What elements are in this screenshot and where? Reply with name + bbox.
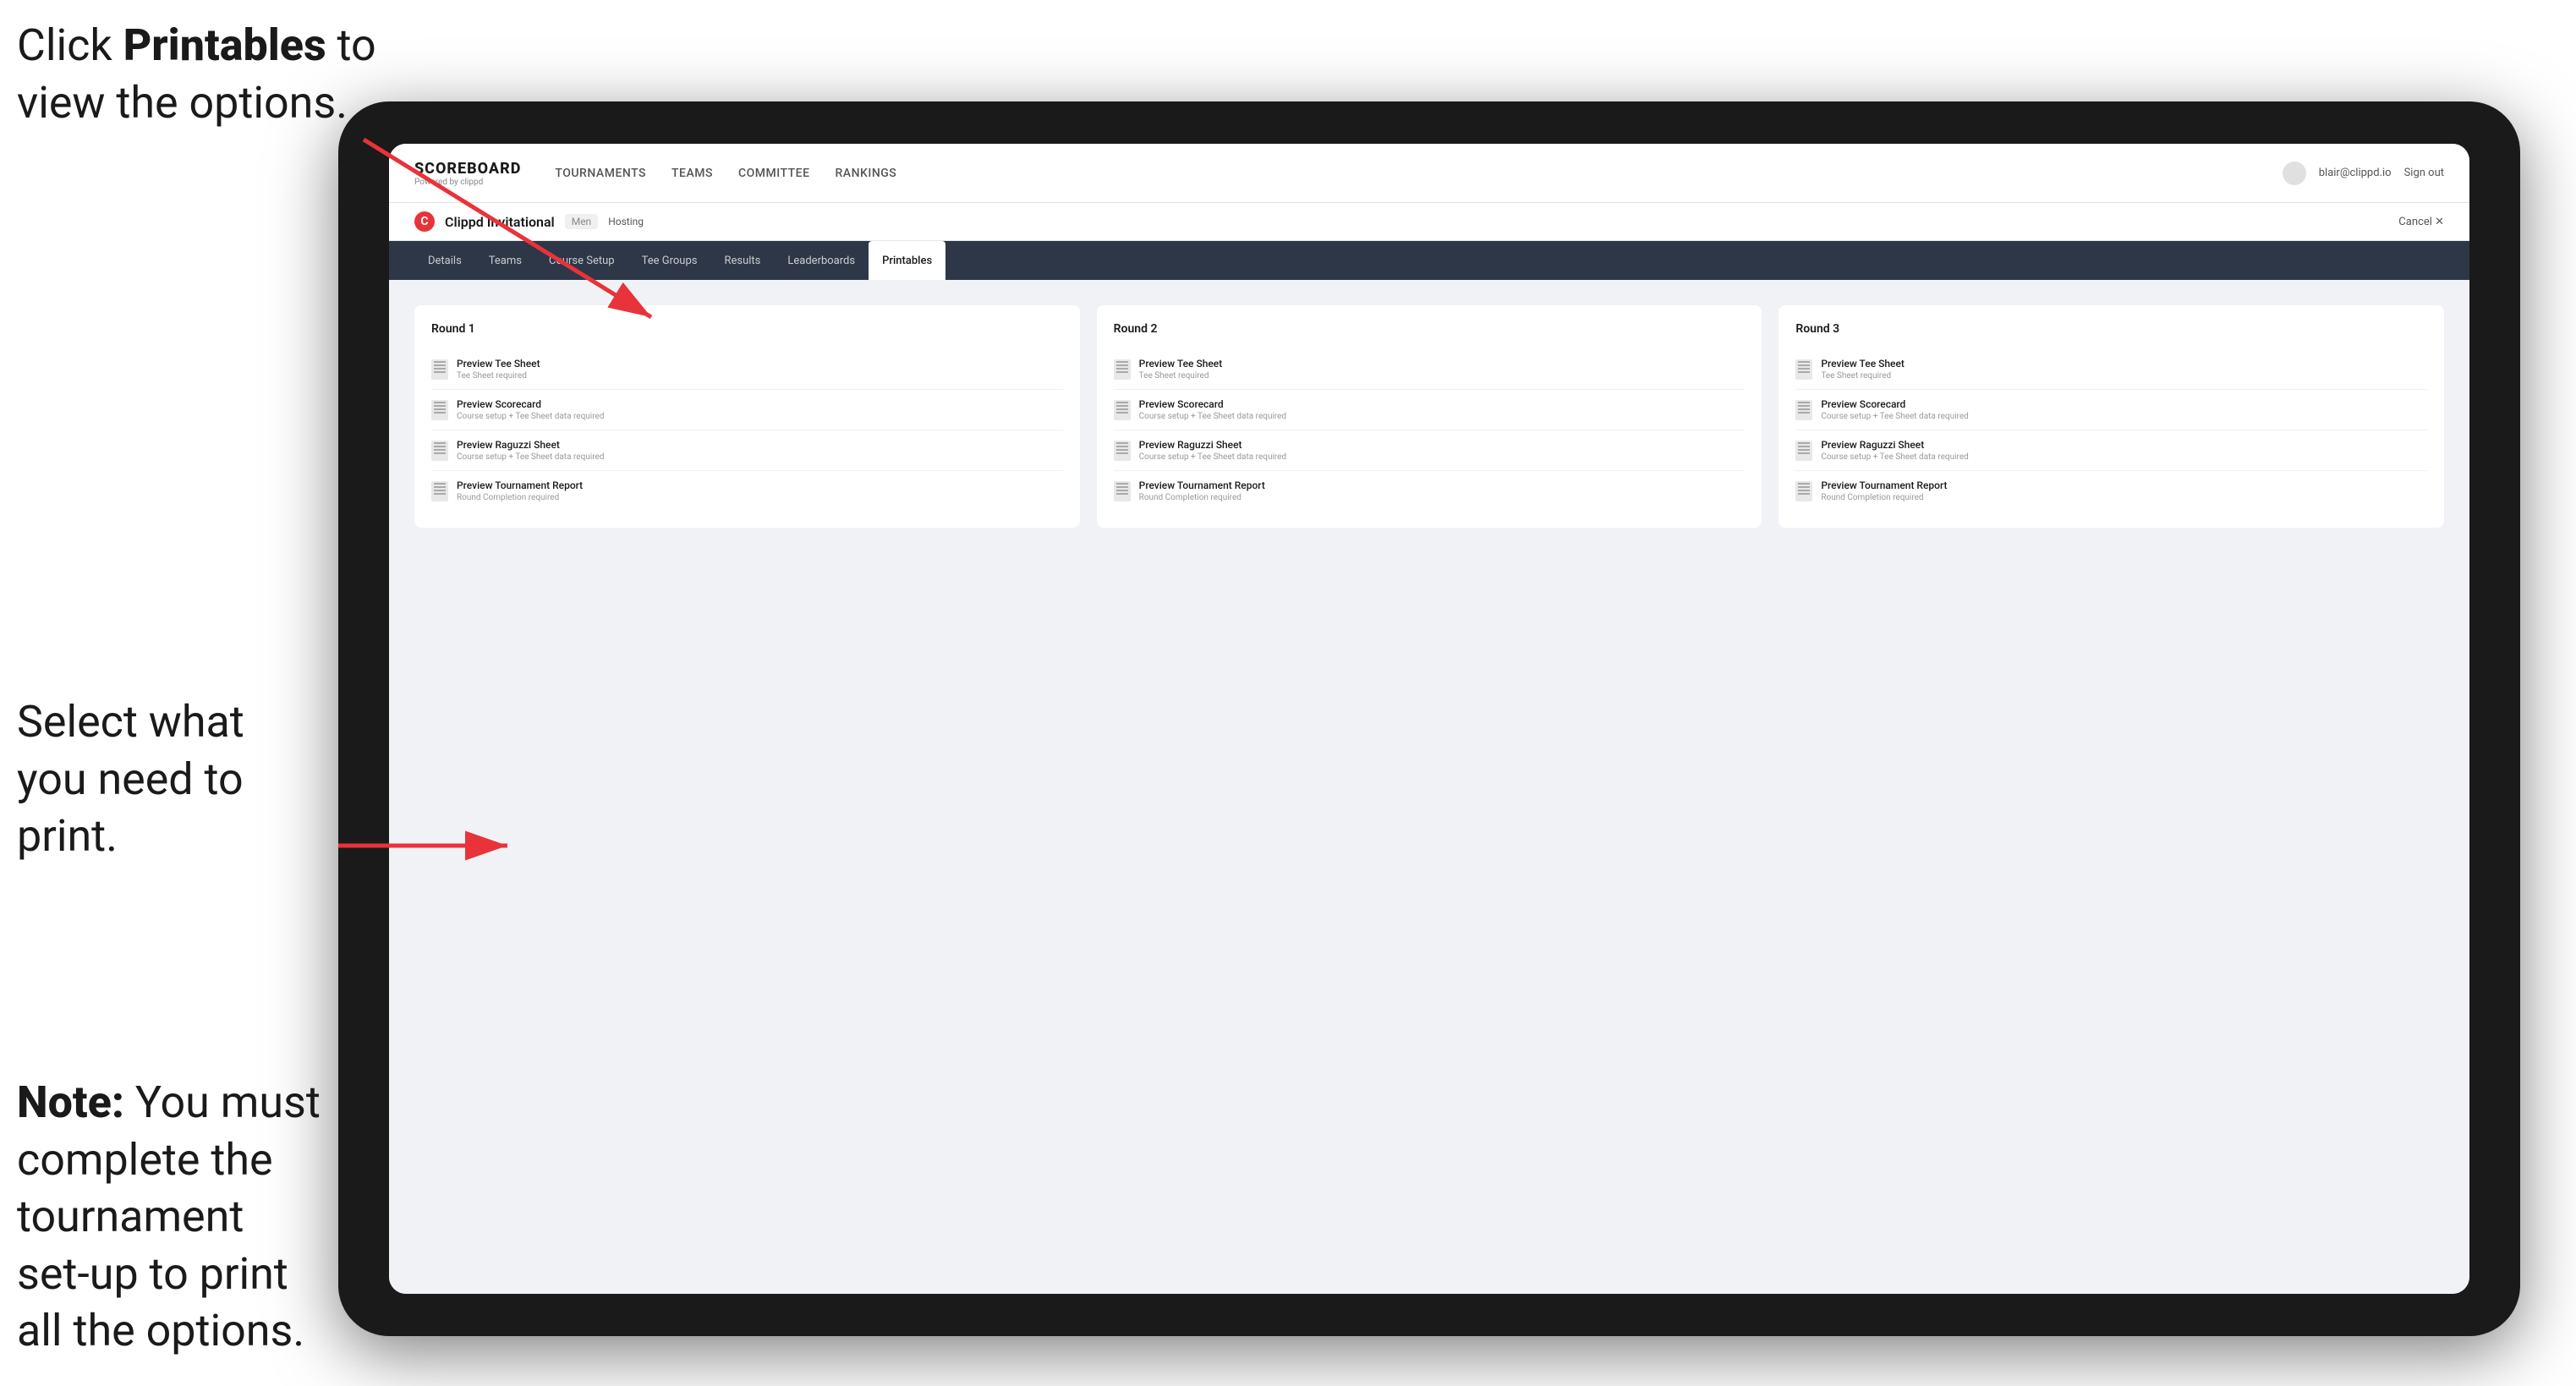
round-2-section: Round 2 Preview Tee Sheet Tee Sheet requ… bbox=[1097, 305, 1762, 528]
round-3-scorecard[interactable]: Preview Scorecard Course setup + Tee She… bbox=[1795, 390, 2427, 430]
main-content: Round 1 Preview Tee Sheet Tee Sheet requ… bbox=[389, 280, 2469, 1294]
r3-tournament-report-label: Preview Tournament Report bbox=[1821, 479, 1947, 491]
round-3-raguzzi[interactable]: Preview Raguzzi Sheet Course setup + Tee… bbox=[1795, 430, 2427, 471]
r3-scorecard-label: Preview Scorecard bbox=[1821, 398, 1968, 410]
rounds-grid: Round 1 Preview Tee Sheet Tee Sheet requ… bbox=[414, 305, 2444, 528]
r3-tournament-report-icon bbox=[1795, 481, 1812, 501]
round-3-section: Round 3 Preview Tee Sheet Tee Sheet requ… bbox=[1779, 305, 2444, 528]
r3-raguzzi-icon bbox=[1795, 441, 1812, 461]
round-1-raguzzi[interactable]: Preview Raguzzi Sheet Course setup + Tee… bbox=[431, 430, 1063, 471]
r2-scorecard-sublabel: Course setup + Tee Sheet data required bbox=[1139, 412, 1286, 421]
raguzzi-label: Preview Raguzzi Sheet bbox=[457, 439, 604, 451]
tournament-report-label: Preview Tournament Report bbox=[457, 479, 583, 491]
annotation-top: Click Printables toview the options. bbox=[17, 17, 376, 131]
r3-tee-sheet-label: Preview Tee Sheet bbox=[1821, 358, 1905, 370]
round-1-scorecard[interactable]: Preview Scorecard Course setup + Tee She… bbox=[431, 390, 1063, 430]
round-3-tee-sheet[interactable]: Preview Tee Sheet Tee Sheet required bbox=[1795, 349, 2427, 390]
top-nav-right: blair@clippd.io Sign out bbox=[2283, 162, 2444, 185]
tournament-report-sublabel: Round Completion required bbox=[457, 493, 583, 502]
tournament-report-icon bbox=[431, 481, 448, 501]
r2-raguzzi-label: Preview Raguzzi Sheet bbox=[1139, 439, 1286, 451]
tab-leaderboards[interactable]: Leaderboards bbox=[774, 241, 869, 280]
round-3-tournament-report[interactable]: Preview Tournament Report Round Completi… bbox=[1795, 471, 2427, 511]
raguzzi-sublabel: Course setup + Tee Sheet data required bbox=[457, 452, 604, 462]
r2-tournament-report-label: Preview Tournament Report bbox=[1139, 479, 1265, 491]
tab-results[interactable]: Results bbox=[710, 241, 774, 280]
round-2-scorecard[interactable]: Preview Scorecard Course setup + Tee She… bbox=[1114, 390, 1746, 430]
arrow-middle-annotation bbox=[296, 803, 550, 888]
scorecard-label: Preview Scorecard bbox=[457, 398, 604, 410]
r2-tournament-report-icon bbox=[1114, 481, 1131, 501]
r2-raguzzi-icon bbox=[1114, 441, 1131, 461]
round-3-title: Round 3 bbox=[1795, 322, 2427, 336]
round-2-tournament-report[interactable]: Preview Tournament Report Round Completi… bbox=[1114, 471, 1746, 511]
nav-rankings[interactable]: RANKINGS bbox=[835, 162, 896, 184]
r3-raguzzi-sublabel: Course setup + Tee Sheet data required bbox=[1821, 452, 1968, 462]
round-2-title: Round 2 bbox=[1114, 322, 1746, 336]
scorecard-sublabel: Course setup + Tee Sheet data required bbox=[457, 412, 604, 421]
user-avatar bbox=[2283, 162, 2306, 185]
top-nav-items: TOURNAMENTS TEAMS COMMITTEE RANKINGS bbox=[555, 162, 2282, 184]
user-email: blair@clippd.io bbox=[2319, 167, 2392, 179]
tee-sheet-label: Preview Tee Sheet bbox=[457, 358, 540, 370]
round-2-tee-sheet[interactable]: Preview Tee Sheet Tee Sheet required bbox=[1114, 349, 1746, 390]
annotation-middle: Select what you need to print. bbox=[17, 693, 321, 865]
r2-scorecard-icon bbox=[1114, 400, 1131, 420]
r2-tee-sheet-label: Preview Tee Sheet bbox=[1139, 358, 1223, 370]
nav-committee[interactable]: COMMITTEE bbox=[738, 162, 810, 184]
r3-scorecard-sublabel: Course setup + Tee Sheet data required bbox=[1821, 412, 1968, 421]
sign-out-link[interactable]: Sign out bbox=[2404, 167, 2444, 179]
round-1-tee-sheet[interactable]: Preview Tee Sheet Tee Sheet required bbox=[431, 349, 1063, 390]
r3-tee-sheet-icon bbox=[1795, 359, 1812, 380]
r2-tee-sheet-icon bbox=[1114, 359, 1131, 380]
r3-scorecard-icon bbox=[1795, 400, 1812, 420]
r3-tee-sheet-sublabel: Tee Sheet required bbox=[1821, 371, 1905, 381]
r2-scorecard-label: Preview Scorecard bbox=[1139, 398, 1286, 410]
r2-tournament-report-sublabel: Round Completion required bbox=[1139, 493, 1265, 502]
annotation-bottom: Note: You must complete the tournament s… bbox=[17, 1074, 321, 1360]
tee-sheet-sublabel: Tee Sheet required bbox=[457, 371, 540, 381]
tab-printables[interactable]: Printables bbox=[869, 241, 945, 280]
r3-raguzzi-label: Preview Raguzzi Sheet bbox=[1821, 439, 1968, 451]
scorecard-icon bbox=[431, 400, 448, 420]
tee-sheet-icon bbox=[431, 359, 448, 380]
r3-tournament-report-sublabel: Round Completion required bbox=[1821, 493, 1947, 502]
raguzzi-icon bbox=[431, 441, 448, 461]
r2-tee-sheet-sublabel: Tee Sheet required bbox=[1139, 371, 1223, 381]
round-1-tournament-report[interactable]: Preview Tournament Report Round Completi… bbox=[431, 471, 1063, 511]
round-2-raguzzi[interactable]: Preview Raguzzi Sheet Course setup + Tee… bbox=[1114, 430, 1746, 471]
r2-raguzzi-sublabel: Course setup + Tee Sheet data required bbox=[1139, 452, 1286, 462]
cancel-button[interactable]: Cancel ✕ bbox=[2398, 216, 2444, 228]
arrow-top-annotation bbox=[296, 131, 719, 351]
